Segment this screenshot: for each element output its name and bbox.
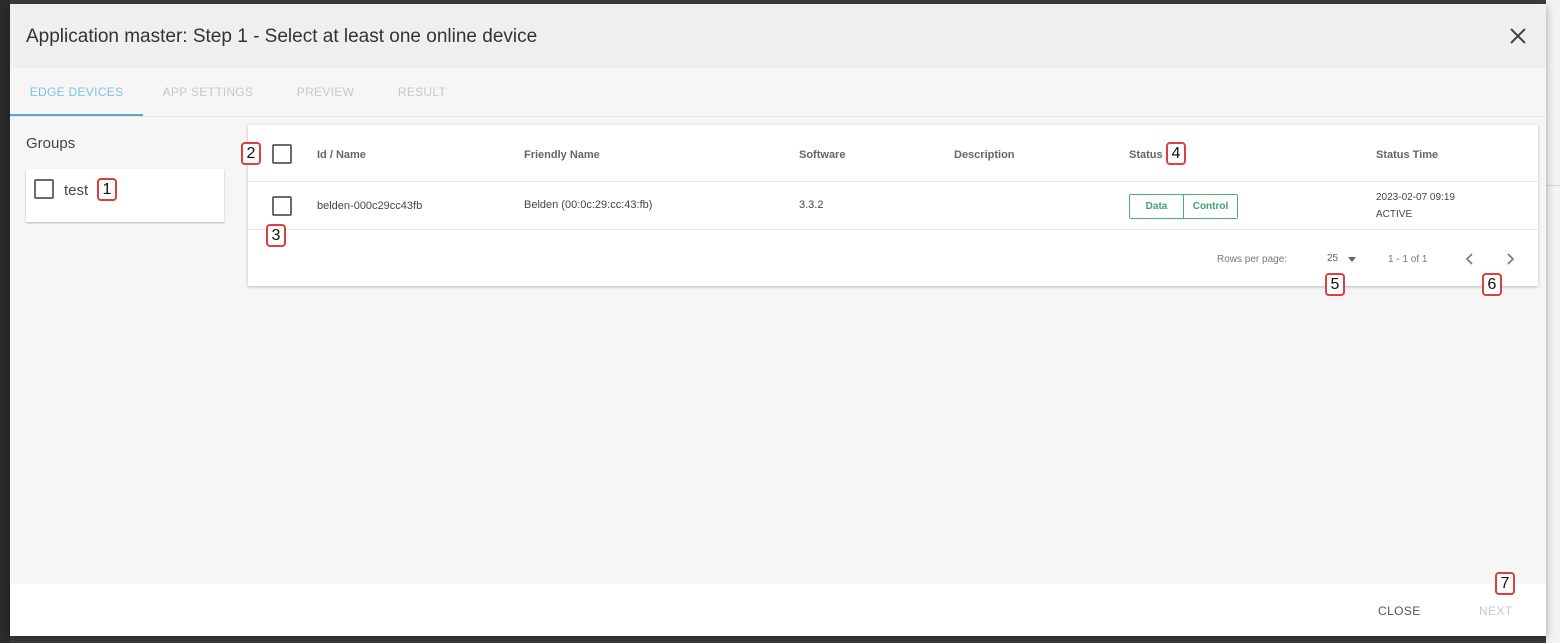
next-button[interactable]: NEXT	[1479, 604, 1513, 618]
annotation-badge-6: 6	[1482, 273, 1502, 296]
column-header-description[interactable]: Description	[954, 149, 1015, 161]
device-id-name: belden-000c29cc43fb	[317, 200, 423, 212]
column-header-id-name[interactable]: Id / Name	[317, 149, 366, 161]
backdrop-right	[1546, 0, 1560, 643]
chevron-left-icon	[1465, 253, 1473, 265]
application-master-dialog: Application master: Step 1 - Select at l…	[10, 4, 1546, 636]
devices-table: Id / Name Friendly Name Software Descrip…	[248, 125, 1538, 286]
annotation-badge-1: 1	[97, 178, 117, 201]
group-checkbox[interactable]	[34, 179, 54, 199]
dropdown-arrow-icon	[1348, 257, 1356, 262]
pagination-range: 1 - 1 of 1	[1388, 254, 1428, 265]
group-label: test	[64, 182, 89, 199]
group-item-test: test	[26, 169, 224, 222]
dialog-title: Application master: Step 1 - Select at l…	[26, 26, 538, 47]
rows-per-page-select[interactable]: 25	[1327, 252, 1359, 268]
select-all-checkbox[interactable]	[272, 144, 292, 164]
previous-page-button[interactable]	[1461, 250, 1479, 268]
tab-edge-devices[interactable]: EDGE DEVICES	[10, 68, 143, 116]
device-friendly-name: Belden (00:0c:29:cc:43:fb)	[524, 199, 653, 211]
rows-per-page-value: 25	[1327, 253, 1339, 264]
status-data-chip[interactable]: Data	[1130, 195, 1184, 218]
annotation-badge-5: 5	[1325, 273, 1345, 296]
column-header-software[interactable]: Software	[799, 149, 845, 161]
annotation-badge-2: 2	[241, 142, 261, 165]
chevron-right-icon	[1507, 253, 1515, 265]
column-header-status-time[interactable]: Status Time	[1376, 149, 1438, 161]
dialog-header: Application master: Step 1 - Select at l…	[10, 4, 1546, 68]
device-software: 3.3.2	[799, 199, 824, 211]
backdrop-divider	[1546, 185, 1560, 186]
annotation-badge-3: 3	[266, 224, 286, 247]
status-time-date: 2023-02-07 09:19	[1376, 192, 1455, 203]
close-button[interactable]: CLOSE	[1378, 604, 1421, 618]
backdrop-left	[0, 0, 10, 643]
close-icon[interactable]	[1506, 24, 1530, 48]
tab-result[interactable]: RESULT	[378, 68, 466, 116]
row-separator	[248, 229, 1538, 230]
rows-per-page-label: Rows per page:	[1217, 254, 1288, 265]
column-header-friendly-name[interactable]: Friendly Name	[524, 149, 600, 161]
row-checkbox[interactable]	[272, 196, 292, 216]
groups-title: Groups	[26, 135, 76, 152]
column-header-status[interactable]: Status	[1129, 149, 1163, 161]
tab-preview[interactable]: PREVIEW	[273, 68, 378, 116]
header-separator	[248, 181, 1538, 182]
annotation-badge-4: 4	[1166, 142, 1186, 165]
active-tab-indicator	[10, 114, 143, 116]
annotation-badge-7: 7	[1495, 572, 1515, 595]
status-chips: Data Control	[1129, 194, 1238, 219]
tab-app-settings[interactable]: APP SETTINGS	[143, 68, 273, 116]
dialog-footer: CLOSE NEXT	[10, 584, 1546, 636]
status-control-chip[interactable]: Control	[1184, 195, 1237, 218]
wizard-tabs: EDGE DEVICES APP SETTINGS PREVIEW RESULT	[10, 68, 1546, 117]
status-time-state: ACTIVE	[1376, 209, 1413, 220]
next-page-button[interactable]	[1501, 250, 1519, 268]
